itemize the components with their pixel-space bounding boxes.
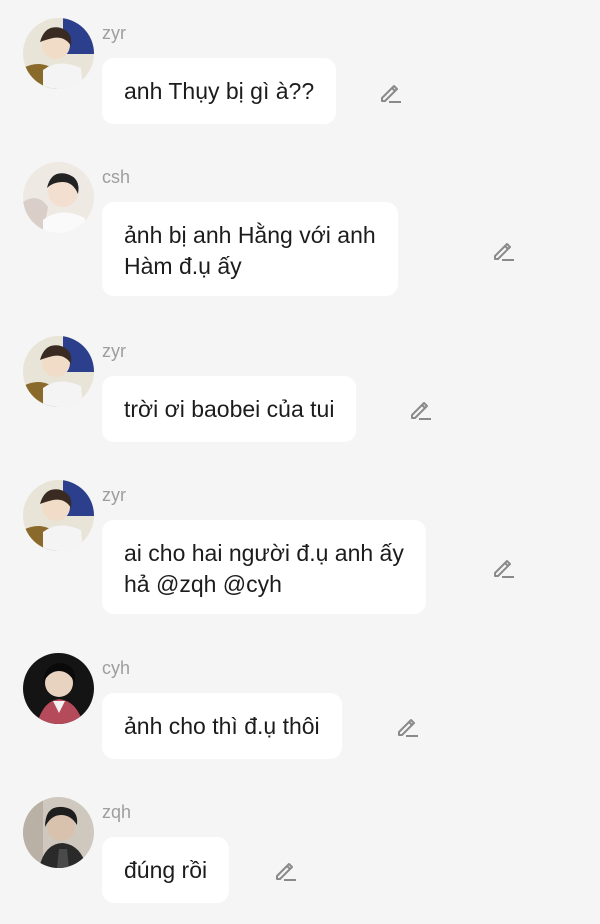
pencil-icon[interactable] bbox=[490, 554, 516, 580]
username: csh bbox=[102, 167, 131, 187]
avatar[interactable] bbox=[23, 653, 94, 724]
message-bubble: anh Thụy bị gì à?? bbox=[102, 58, 337, 124]
pencil-icon[interactable] bbox=[490, 237, 516, 263]
pencil-icon[interactable] bbox=[394, 713, 420, 739]
message-bubble: ảnh cho thì đ.ụ thôi bbox=[102, 693, 342, 759]
avatar[interactable] bbox=[23, 480, 94, 551]
message-bubble: trời ơi baobei của tui bbox=[102, 376, 357, 442]
avatar[interactable] bbox=[23, 162, 94, 233]
message-bubble: ảnh bị anh Hằng với anh Hàm đ.ụ ấy bbox=[102, 202, 398, 296]
pencil-icon[interactable] bbox=[377, 79, 403, 105]
username: cyh bbox=[102, 658, 131, 678]
username: zyr bbox=[102, 341, 126, 361]
message-bubble: đúng rồi bbox=[102, 837, 230, 903]
username: zyr bbox=[102, 23, 126, 43]
avatar[interactable] bbox=[23, 797, 94, 868]
avatar[interactable] bbox=[23, 18, 94, 89]
avatar[interactable] bbox=[23, 336, 94, 407]
pencil-icon[interactable] bbox=[272, 857, 298, 883]
message-bubble: ai cho hai người đ.ụ anh ấy hả @zqh @cyh bbox=[102, 520, 426, 614]
username: zqh bbox=[102, 802, 132, 822]
pencil-icon[interactable] bbox=[407, 396, 433, 422]
username: zyr bbox=[102, 485, 126, 505]
